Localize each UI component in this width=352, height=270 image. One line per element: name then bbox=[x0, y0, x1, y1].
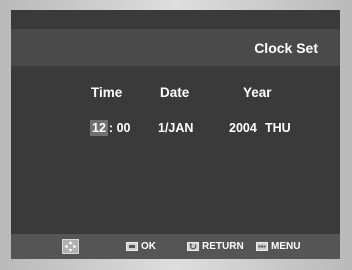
page-title: Clock Set bbox=[254, 40, 318, 56]
ok-label: OK bbox=[141, 241, 156, 252]
weekday-value: THU bbox=[265, 121, 291, 135]
tv-frame: Clock Set Time Date Year 12: 00 1/JAN 20… bbox=[0, 0, 352, 270]
directional-pad-icon bbox=[62, 239, 79, 254]
title-bar: Clock Set bbox=[11, 29, 340, 66]
time-separator: : bbox=[108, 121, 114, 135]
ok-button[interactable]: OK bbox=[126, 239, 156, 254]
hour-field[interactable]: 12 bbox=[90, 120, 108, 136]
time-header: Time bbox=[91, 85, 123, 100]
return-label: RETURN bbox=[202, 241, 244, 252]
year-field[interactable]: 2004 bbox=[229, 120, 257, 136]
menu-button[interactable]: MENU bbox=[256, 239, 300, 254]
year-header: Year bbox=[243, 85, 272, 100]
return-arrow-icon bbox=[187, 242, 199, 251]
menu-key-icon bbox=[256, 242, 268, 251]
date-header: Date bbox=[160, 85, 190, 100]
time-value: 12: 00 bbox=[90, 120, 130, 136]
menu-label: MENU bbox=[271, 241, 301, 252]
date-field[interactable]: 1/JAN bbox=[158, 120, 193, 136]
button-guide-bar: OK RETURN MENU bbox=[11, 234, 340, 259]
enter-key-icon bbox=[126, 242, 138, 251]
return-button[interactable]: RETURN bbox=[187, 239, 244, 254]
minute-field[interactable]: 00 bbox=[117, 121, 131, 135]
osd-screen: Clock Set Time Date Year 12: 00 1/JAN 20… bbox=[11, 10, 340, 259]
